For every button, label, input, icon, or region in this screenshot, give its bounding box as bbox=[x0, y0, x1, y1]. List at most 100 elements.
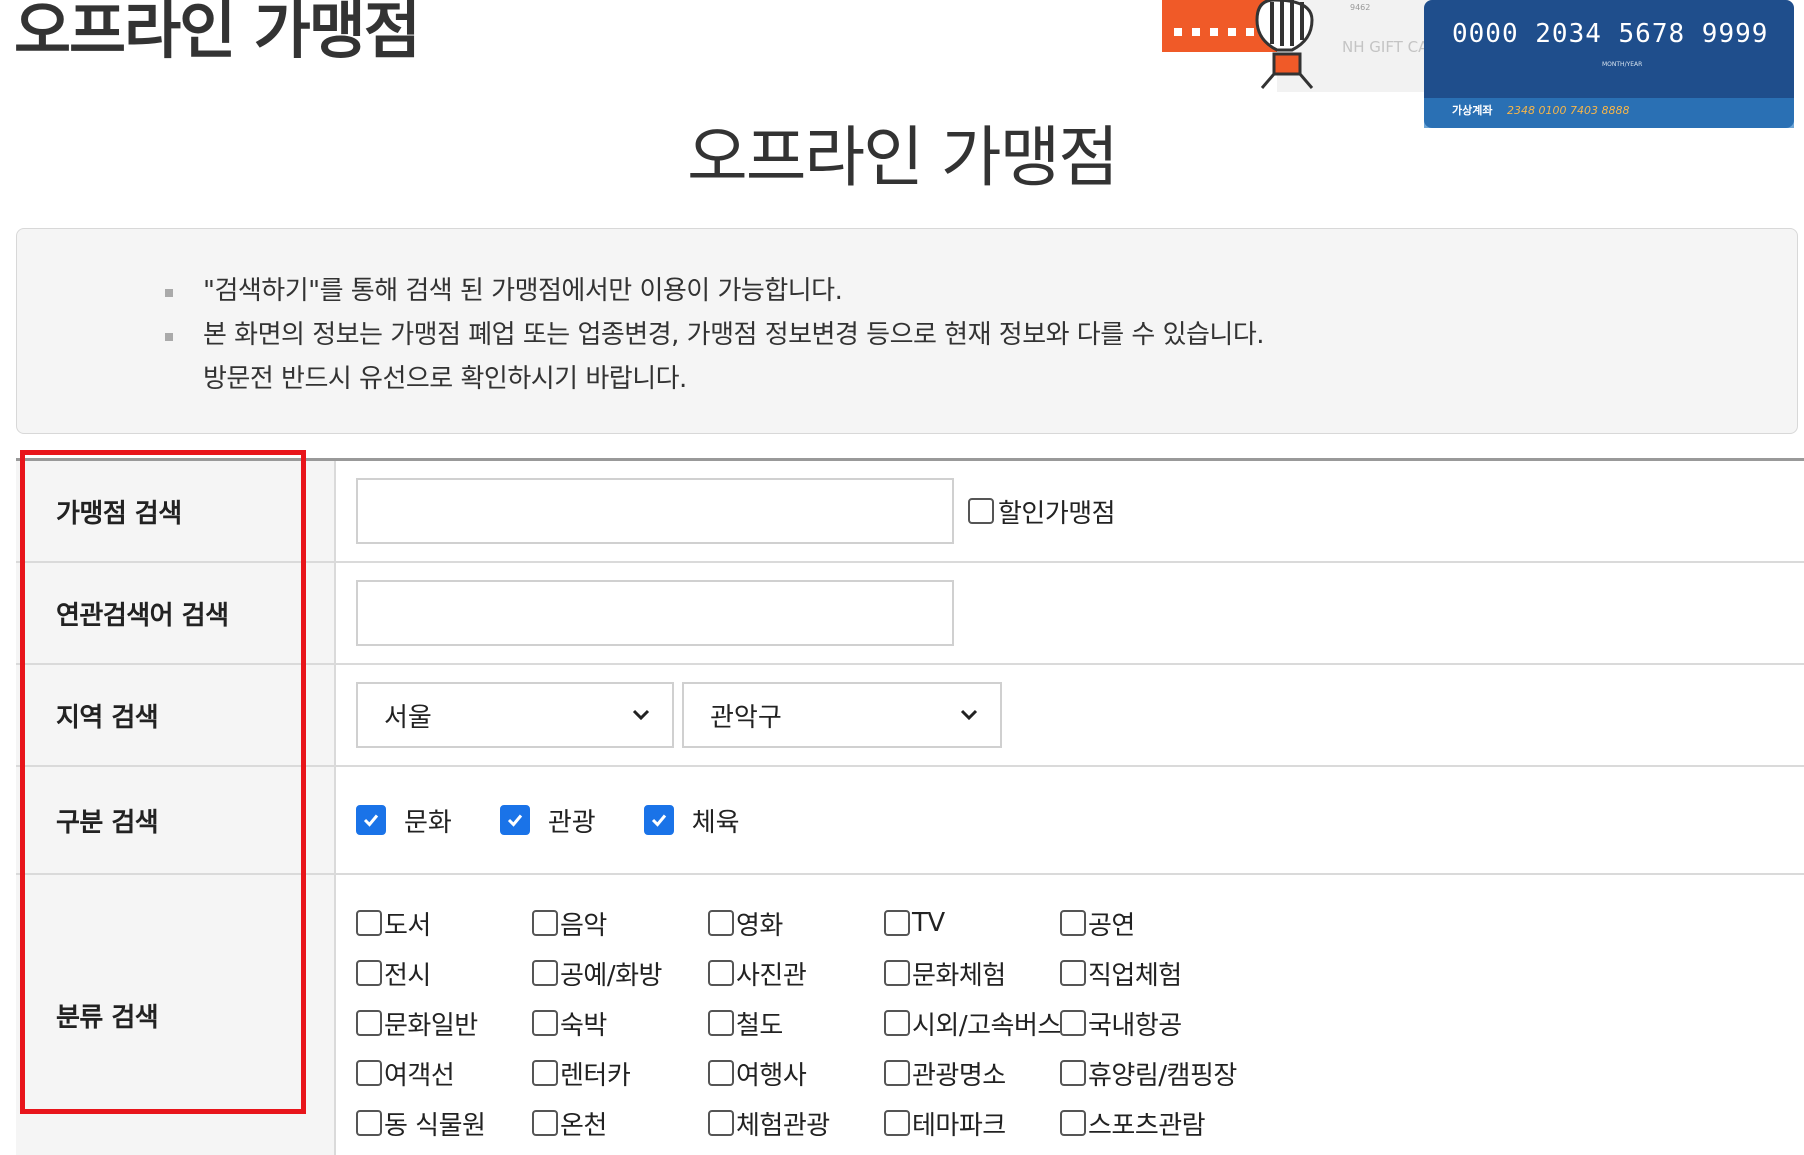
category-option[interactable]: 공연 bbox=[1060, 905, 1280, 941]
header-title: 오프라인 가맹점 bbox=[14, 0, 421, 67]
checkbox-unchecked[interactable] bbox=[532, 910, 558, 936]
keyword-search-label: 연관검색어 검색 bbox=[16, 563, 336, 663]
category-option-label: 시외/고속버스 bbox=[912, 1010, 1061, 1041]
bullet-icon bbox=[165, 333, 173, 341]
category-option[interactable]: 공예/화방 bbox=[532, 955, 708, 991]
category-option[interactable]: 사진관 bbox=[708, 955, 884, 991]
checkbox-unchecked[interactable] bbox=[356, 1010, 382, 1036]
discount-store-label: 할인가맹점 bbox=[998, 498, 1116, 529]
checkbox-unchecked[interactable] bbox=[1060, 1060, 1086, 1086]
city-select-value: 서울 bbox=[384, 702, 432, 733]
category-option-label: 여행사 bbox=[736, 1060, 807, 1091]
category-option[interactable]: 온천 bbox=[532, 1105, 708, 1141]
category-option[interactable]: 여행사 bbox=[708, 1055, 884, 1091]
category-option[interactable]: 도서 bbox=[356, 905, 532, 941]
type-options: 문화 관광 체육 bbox=[356, 802, 788, 839]
category-option[interactable]: 테마파크 bbox=[884, 1105, 1060, 1141]
category-option-label: 문화일반 bbox=[384, 1010, 478, 1041]
category-search-label: 분류 검색 bbox=[16, 875, 336, 1155]
category-option[interactable]: 문화체험 bbox=[884, 955, 1060, 991]
type-option-label: 문화 bbox=[404, 807, 452, 838]
category-option-label: 직업체험 bbox=[1088, 960, 1182, 991]
category-options: 도서 음악 영화 TV 공연전시 공예/화방 사진관 문화체험 직업체험문화일반 숙박 철도 시외/고… bbox=[356, 905, 1280, 1141]
category-option-label: 도서 bbox=[384, 910, 431, 941]
category-option[interactable]: 전시 bbox=[356, 955, 532, 991]
checkbox-unchecked[interactable] bbox=[708, 910, 734, 936]
checkbox-unchecked[interactable] bbox=[1060, 960, 1086, 986]
checkbox-unchecked[interactable] bbox=[708, 1110, 734, 1136]
checkbox-unchecked[interactable] bbox=[708, 960, 734, 986]
category-option-label: 음악 bbox=[560, 910, 607, 941]
category-option[interactable]: 영화 bbox=[708, 905, 884, 941]
checkbox-unchecked[interactable] bbox=[532, 1010, 558, 1036]
checkbox-unchecked[interactable] bbox=[532, 1060, 558, 1086]
gift-card-text: NH GIFT CA bbox=[1342, 38, 1429, 56]
type-option[interactable]: 체육 bbox=[643, 802, 740, 839]
category-option[interactable]: 여객선 bbox=[356, 1055, 532, 1091]
type-option[interactable]: 관광 bbox=[499, 802, 596, 839]
notice-item: "검색하기"를 통해 검색 된 가맹점에서만 이용이 가능합니다. bbox=[143, 269, 1264, 313]
chevron-down-icon bbox=[632, 709, 650, 721]
category-option[interactable]: TV bbox=[884, 905, 1060, 941]
card-account-label: 가상계좌 bbox=[1452, 103, 1492, 117]
store-search-input[interactable] bbox=[356, 478, 954, 544]
checkbox-checked[interactable] bbox=[356, 805, 386, 835]
category-option[interactable]: 국내항공 bbox=[1060, 1005, 1280, 1041]
checkbox-unchecked[interactable] bbox=[356, 960, 382, 986]
category-option[interactable]: 렌터카 bbox=[532, 1055, 708, 1091]
gift-card-code: 9462 bbox=[1350, 3, 1370, 12]
category-option[interactable]: 체험관광 bbox=[708, 1105, 884, 1141]
category-option-label: 휴양림/캠핑장 bbox=[1088, 1060, 1237, 1091]
category-option-label: 스포츠관람 bbox=[1088, 1110, 1206, 1141]
city-select[interactable]: 서울 bbox=[356, 682, 674, 748]
checkbox-unchecked[interactable] bbox=[356, 1110, 382, 1136]
checkbox-unchecked[interactable] bbox=[884, 910, 910, 936]
checkbox-box[interactable] bbox=[968, 498, 994, 524]
checkbox-unchecked[interactable] bbox=[708, 1010, 734, 1036]
checkbox-unchecked[interactable] bbox=[884, 1110, 910, 1136]
category-option[interactable]: 동 식물원 bbox=[356, 1105, 532, 1141]
checkbox-unchecked[interactable] bbox=[1060, 1110, 1086, 1136]
card-number: 0000 2034 5678 9999 bbox=[1452, 19, 1768, 49]
checkbox-unchecked[interactable] bbox=[1060, 910, 1086, 936]
type-search-label: 구분 검색 bbox=[16, 767, 336, 873]
checkbox-unchecked[interactable] bbox=[884, 1060, 910, 1086]
category-option[interactable]: 스포츠관람 bbox=[1060, 1105, 1280, 1141]
type-option-label: 관광 bbox=[547, 807, 596, 838]
keyword-search-input[interactable] bbox=[356, 580, 954, 646]
category-option[interactable]: 숙박 bbox=[532, 1005, 708, 1041]
bullet-icon bbox=[165, 289, 173, 297]
category-option[interactable]: 철도 bbox=[708, 1005, 884, 1041]
category-option-label: 체험관광 bbox=[736, 1110, 830, 1141]
category-option-label: 숙박 bbox=[560, 1010, 607, 1041]
checkbox-unchecked[interactable] bbox=[532, 1110, 558, 1136]
category-option[interactable]: 시외/고속버스 bbox=[884, 1005, 1061, 1041]
category-option-label: 여객선 bbox=[384, 1060, 455, 1091]
row-category-search: 분류 검색 도서 음악 영화 TV 공연전시 공예/화방 사진관 문화체험 직업체험문화일반 숙박… bbox=[16, 875, 1804, 1155]
category-option-label: 문화체험 bbox=[912, 960, 1006, 991]
category-option[interactable]: 문화일반 bbox=[356, 1005, 532, 1041]
district-select[interactable]: 관악구 bbox=[682, 682, 1002, 748]
checkbox-unchecked[interactable] bbox=[1060, 1010, 1086, 1036]
notice-item: 본 화면의 정보는 가맹점 폐업 또는 업종변경, 가맹점 정보변경 등으로 현… bbox=[143, 313, 1265, 357]
category-option[interactable]: 음악 bbox=[532, 905, 708, 941]
category-option[interactable]: 직업체험 bbox=[1060, 955, 1280, 991]
checkbox-unchecked[interactable] bbox=[356, 910, 382, 936]
category-option-label: 국내항공 bbox=[1088, 1010, 1182, 1041]
category-option-label: 관광명소 bbox=[912, 1060, 1006, 1091]
checkbox-unchecked[interactable] bbox=[708, 1060, 734, 1086]
row-store-search: 가맹점 검색 할인가맹점 bbox=[16, 461, 1804, 563]
category-option[interactable]: 관광명소 bbox=[884, 1055, 1060, 1091]
checkbox-unchecked[interactable] bbox=[532, 960, 558, 986]
checkbox-checked[interactable] bbox=[499, 805, 530, 835]
category-option-label: 영화 bbox=[736, 910, 783, 941]
checkbox-unchecked[interactable] bbox=[356, 1060, 382, 1086]
type-option[interactable]: 문화 bbox=[356, 802, 452, 839]
checkbox-unchecked[interactable] bbox=[884, 960, 910, 986]
discount-store-checkbox[interactable]: 할인가맹점 bbox=[968, 493, 1116, 530]
category-option[interactable]: 휴양림/캠핑장 bbox=[1060, 1055, 1280, 1091]
checkbox-unchecked[interactable] bbox=[884, 1010, 910, 1036]
notice-text: 본 화면의 정보는 가맹점 폐업 또는 업종변경, 가맹점 정보변경 등으로 현… bbox=[203, 320, 1265, 350]
category-option-label: 전시 bbox=[384, 960, 431, 991]
checkbox-checked[interactable] bbox=[643, 805, 674, 835]
